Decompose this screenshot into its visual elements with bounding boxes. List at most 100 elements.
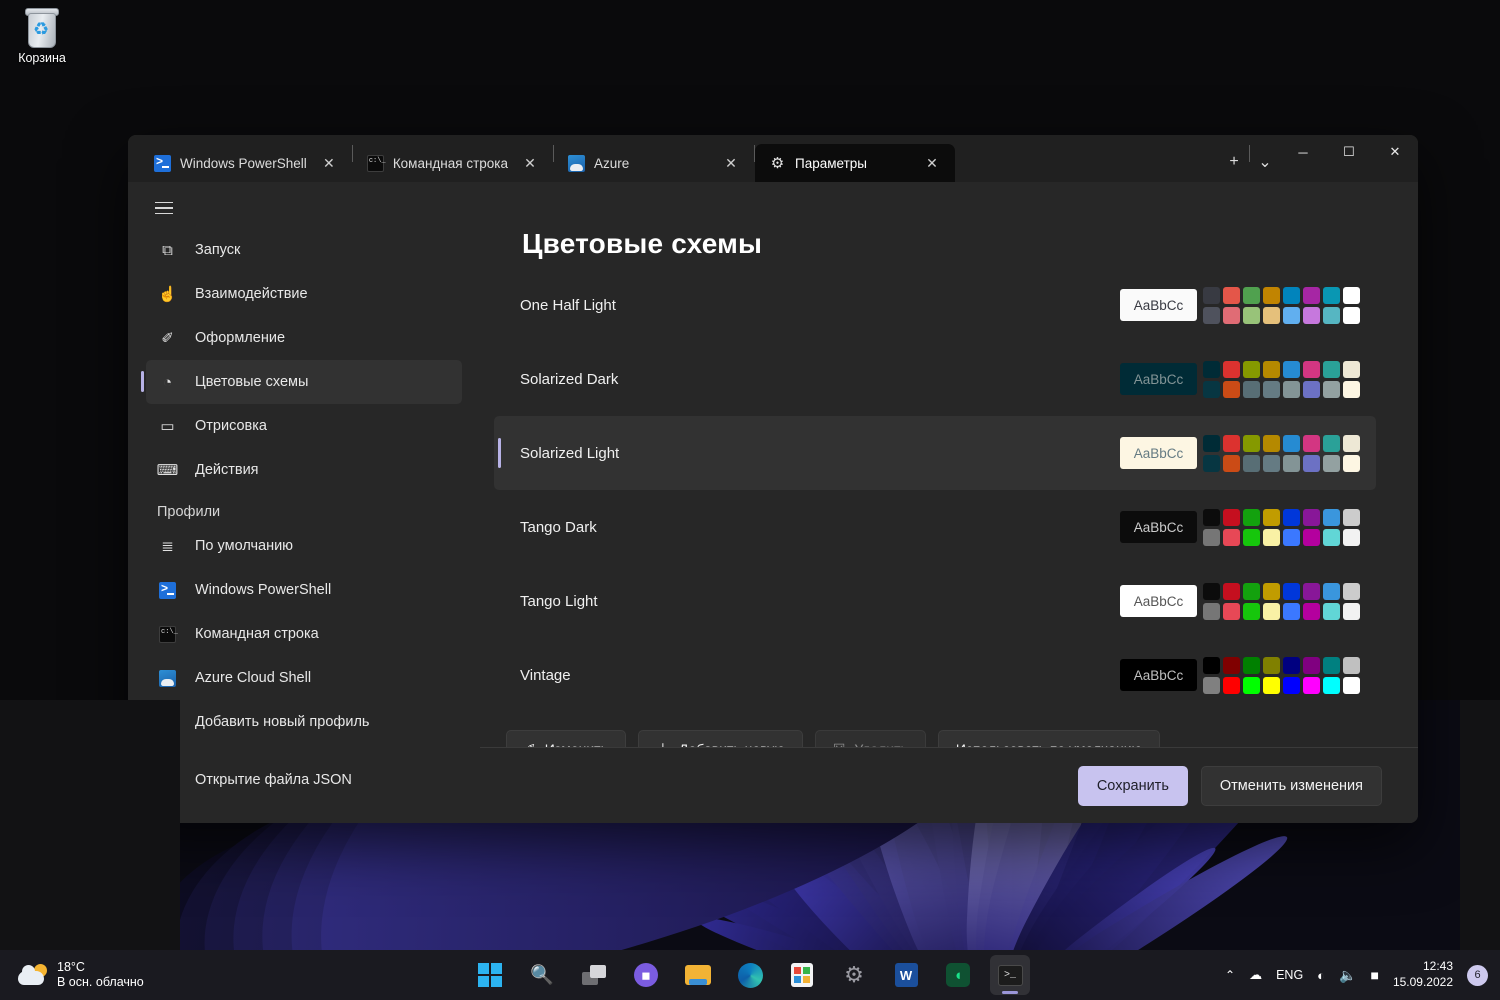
color-swatch (1223, 287, 1240, 304)
file-explorer-button[interactable] (678, 955, 718, 995)
color-schemes-scroll-area[interactable]: Цветовые схемы One Half LightAaBbCcSolar… (480, 182, 1418, 747)
scheme-sample-text: AaBbCc (1120, 289, 1197, 321)
color-swatch (1283, 361, 1300, 378)
azure-icon (159, 670, 176, 687)
color-swatch (1243, 529, 1260, 546)
tab-close-icon[interactable]: ✕ (718, 151, 744, 175)
tab-label: Параметры (795, 156, 910, 171)
tab-label: Командная строка (393, 156, 508, 171)
cancel-changes-button[interactable]: Отменить изменения (1201, 766, 1382, 806)
windows-terminal-button[interactable]: >_ (990, 955, 1030, 995)
tab-3[interactable]: Azure✕ (554, 144, 754, 182)
color-swatch (1203, 657, 1220, 674)
microsoft-store-icon (791, 963, 813, 987)
color-swatch (1283, 435, 1300, 452)
show-hidden-icons-button[interactable]: ⌃ (1225, 968, 1235, 982)
wallpaper-edge-right (1460, 700, 1500, 950)
color-scheme-row[interactable]: Solarized DarkAaBbCc (494, 342, 1376, 416)
scheme-preview: AaBbCc (1120, 583, 1360, 620)
edge-button[interactable] (730, 955, 770, 995)
color-swatch (1203, 583, 1220, 600)
sidebar-profile-5[interactable]: ＋Добавить новый профиль (146, 700, 462, 744)
onedrive-icon[interactable]: ☁ (1249, 967, 1262, 983)
save-button[interactable]: Сохранить (1078, 766, 1188, 806)
color-scheme-row[interactable]: One Half LightAaBbCc (494, 268, 1376, 342)
color-swatch (1303, 657, 1320, 674)
action-button-2[interactable]: ＋Добавить новую (638, 730, 803, 747)
word-button[interactable]: W (886, 955, 926, 995)
notification-badge[interactable]: 6 (1467, 965, 1488, 986)
color-scheme-row[interactable]: Tango LightAaBbCc (494, 564, 1376, 638)
color-swatch (1343, 657, 1360, 674)
maximize-button[interactable]: ☐ (1326, 135, 1372, 169)
color-swatch (1323, 381, 1340, 398)
color-swatch (1203, 603, 1220, 620)
sidebar-item-6[interactable]: ⌨Действия (146, 448, 462, 492)
color-swatch (1203, 307, 1220, 324)
sidebar-profile-2[interactable]: Windows PowerShell (146, 568, 462, 612)
settings-button[interactable]: ⚙ (834, 955, 874, 995)
scheme-preview: AaBbCc (1120, 361, 1360, 398)
clock[interactable]: 12:43 15.09.2022 (1393, 959, 1453, 990)
sidebar-profile-4[interactable]: Azure Cloud Shell (146, 656, 462, 700)
tab-close-icon[interactable]: ✕ (919, 151, 945, 175)
color-swatch (1323, 435, 1340, 452)
desktop-icon-recycle-bin[interactable]: ♻ Корзина (10, 8, 74, 65)
sidebar-item-label: Запуск (195, 242, 240, 258)
desktop-icon-label: Корзина (10, 51, 74, 65)
hamburger-icon[interactable] (146, 188, 190, 228)
minimize-button[interactable]: ─ (1280, 135, 1326, 169)
action-button-4[interactable]: Использовать по умолчанию (938, 730, 1160, 747)
color-swatch (1283, 307, 1300, 324)
language-indicator[interactable]: ENG (1276, 968, 1303, 982)
task-view-icon (582, 965, 606, 985)
action-button-1[interactable]: ✐Изменить (506, 730, 626, 747)
chat-button[interactable]: ◼ (626, 955, 666, 995)
color-swatch (1263, 677, 1280, 694)
start-button[interactable] (470, 955, 510, 995)
sidebar-profile-3[interactable]: Командная строка (146, 612, 462, 656)
sidebar-item-5[interactable]: ▭Отрисовка (146, 404, 462, 448)
azure-icon (568, 155, 585, 172)
tab-close-icon[interactable]: ✕ (316, 151, 342, 175)
color-swatch (1343, 287, 1360, 304)
screen: ♻ Корзина Windows PowerShell✕Командная с… (0, 0, 1500, 1000)
sidebar-profile-1[interactable]: ≣По умолчанию (146, 524, 462, 568)
color-swatch (1323, 603, 1340, 620)
speaker-icon[interactable]: 🔈 (1339, 967, 1356, 984)
color-swatch (1203, 287, 1220, 304)
close-button[interactable]: ✕ (1372, 135, 1418, 169)
color-swatch (1343, 361, 1360, 378)
sidebar-item-3[interactable]: ✐Оформление (146, 316, 462, 360)
tab-1[interactable]: Windows PowerShell✕ (140, 144, 352, 182)
color-swatch (1223, 381, 1240, 398)
sidebar-item-1[interactable]: ⧉Запуск (146, 228, 462, 272)
tab-2[interactable]: Командная строка ✕ (353, 144, 553, 182)
color-swatch (1243, 509, 1260, 526)
color-scheme-row[interactable]: Solarized LightAaBbCc (494, 416, 1376, 490)
color-swatch (1243, 657, 1260, 674)
sidebar-item-2[interactable]: ☝Взаимодействие (146, 272, 462, 316)
task-view-button[interactable] (574, 955, 614, 995)
tab-4[interactable]: ⚙Параметры✕ (755, 144, 955, 182)
gear-icon: ⚙ (844, 962, 864, 988)
store-button[interactable] (782, 955, 822, 995)
color-swatch (1343, 677, 1360, 694)
sidebar-item-4[interactable]: ◔Цветовые схемы (146, 360, 462, 404)
battery-icon[interactable]: ■ (1370, 967, 1378, 983)
color-scheme-row[interactable]: VintageAaBbCc (494, 638, 1376, 712)
tab-dropdown-button[interactable]: ⌄ (1250, 147, 1280, 177)
color-swatch (1303, 381, 1320, 398)
scheme-name: Solarized Dark (520, 371, 1120, 388)
wifi-icon[interactable]: ◐ (1317, 968, 1325, 983)
powertoys-button[interactable]: ◖ (938, 955, 978, 995)
color-scheme-row[interactable]: Tango DarkAaBbCc (494, 490, 1376, 564)
color-palette-icon: ◔ (157, 372, 178, 393)
taskbar-weather-widget[interactable]: 18°C В осн. облачно (18, 960, 144, 991)
sidebar-item-open-json[interactable]: ⚙ Открытие файла JSON (146, 758, 462, 802)
new-tab-button[interactable]: + (1219, 147, 1249, 177)
scheme-name: Solarized Light (520, 445, 1120, 462)
color-swatch (1223, 583, 1240, 600)
tab-close-icon[interactable]: ✕ (517, 151, 543, 175)
search-button[interactable]: 🔍 (522, 955, 562, 995)
